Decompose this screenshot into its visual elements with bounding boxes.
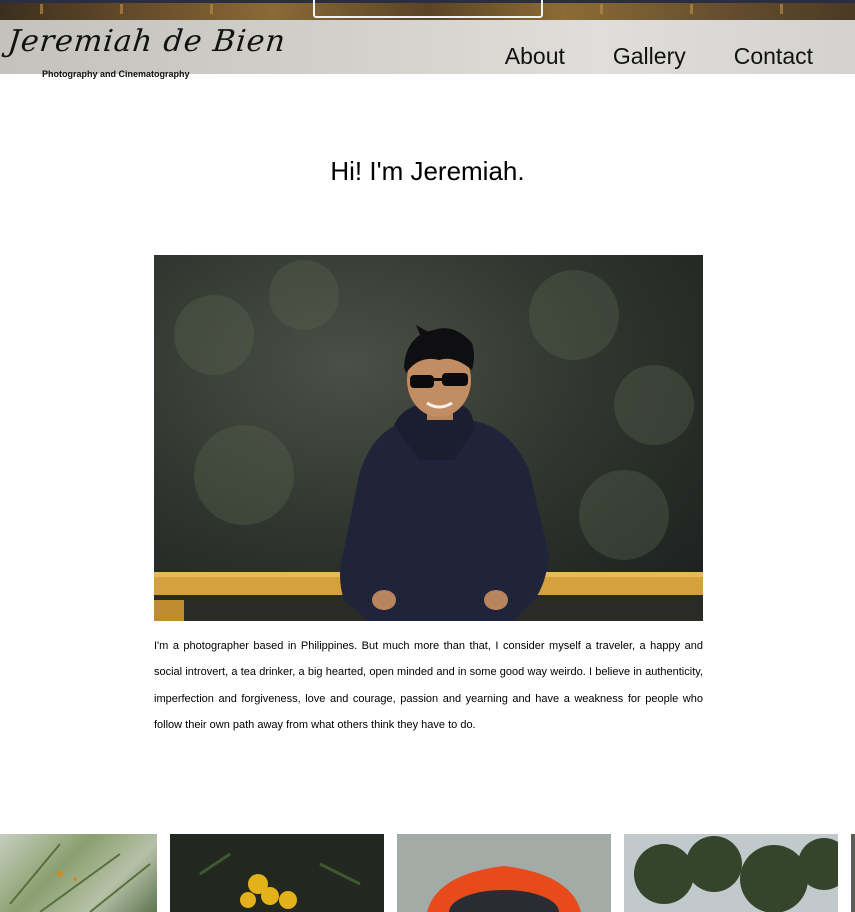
nav-gallery-link[interactable]: Gallery bbox=[613, 43, 686, 70]
gallery-thumb-partial[interactable] bbox=[851, 834, 855, 912]
site-logo[interactable]: Jeremiah de Bien Photography and Cinemat… bbox=[6, 24, 288, 94]
hero-button[interactable] bbox=[313, 0, 543, 18]
main-nav: About Gallery Contact bbox=[505, 43, 813, 70]
hero-background-strip bbox=[0, 0, 855, 20]
gallery-thumb-orange-beanie[interactable] bbox=[397, 834, 611, 912]
gallery-thumb-yellow-flowers[interactable] bbox=[170, 834, 384, 912]
portrait-photo bbox=[154, 255, 703, 621]
page-title: Hi! I'm Jeremiah. bbox=[330, 156, 525, 186]
logo-script-text: Jeremiah de Bien bbox=[6, 24, 288, 59]
nav-about-link[interactable]: About bbox=[505, 43, 565, 70]
gallery-thumb-foliage[interactable] bbox=[0, 834, 157, 912]
bio-paragraph: I'm a photographer based in Philippines.… bbox=[154, 640, 703, 731]
nav-contact-link[interactable]: Contact bbox=[734, 43, 813, 70]
gallery-thumb-trees[interactable] bbox=[624, 834, 838, 912]
logo-tagline: Photography and Cinematography bbox=[42, 69, 190, 79]
gallery-strip bbox=[0, 834, 855, 912]
